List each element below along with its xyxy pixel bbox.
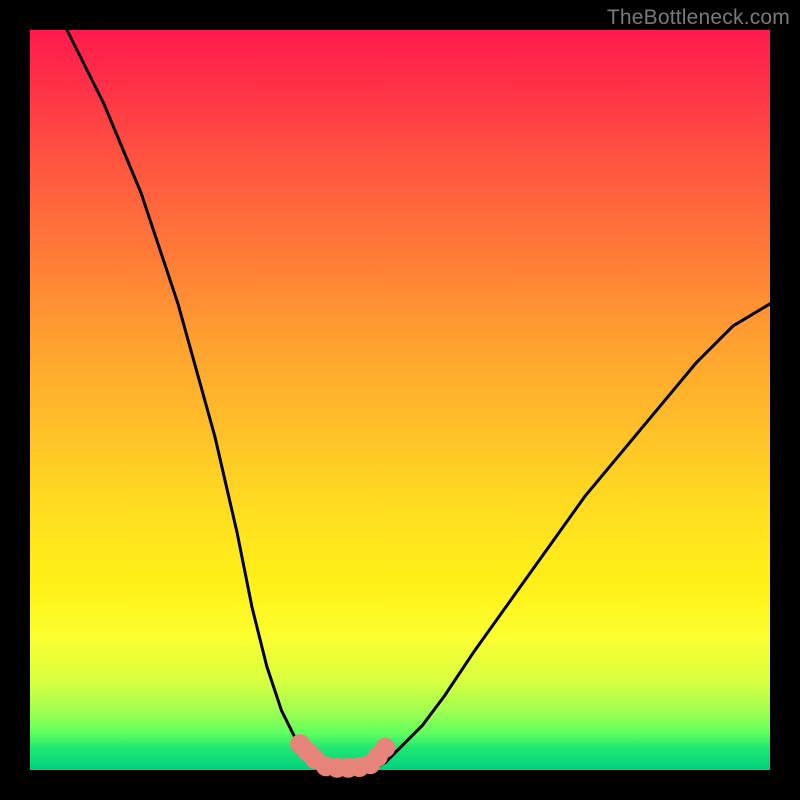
- chart-frame: TheBottleneck.com: [0, 0, 800, 800]
- right-curve: [370, 304, 770, 770]
- left-curve-path: [67, 30, 326, 770]
- points-layer: [290, 734, 395, 778]
- left-curve: [67, 30, 326, 770]
- data-point: [375, 738, 395, 758]
- right-curve-path: [370, 304, 770, 770]
- curve-layer: [30, 30, 770, 770]
- watermark-text: TheBottleneck.com: [607, 6, 790, 30]
- plot-area: [30, 30, 770, 770]
